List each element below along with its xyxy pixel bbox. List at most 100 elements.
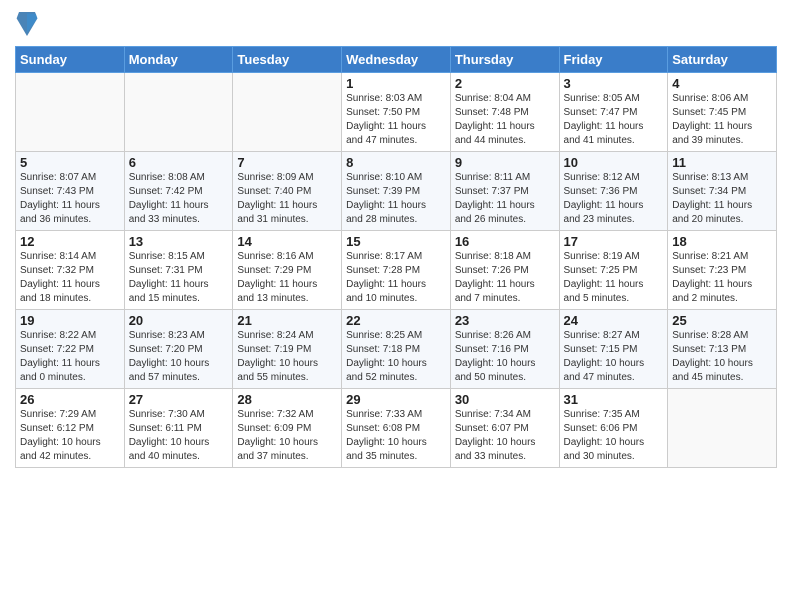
week-row-3: 12Sunrise: 8:14 AM Sunset: 7:32 PM Dayli… <box>16 231 777 310</box>
weekday-header-row: SundayMondayTuesdayWednesdayThursdayFrid… <box>16 47 777 73</box>
day-info: Sunrise: 8:14 AM Sunset: 7:32 PM Dayligh… <box>20 250 120 306</box>
week-row-1: 1Sunrise: 8:03 AM Sunset: 7:50 PM Daylig… <box>16 73 777 152</box>
day-number: 20 <box>129 313 229 328</box>
weekday-header-saturday: Saturday <box>668 47 777 73</box>
weekday-header-thursday: Thursday <box>450 47 559 73</box>
calendar-cell: 29Sunrise: 7:33 AM Sunset: 6:08 PM Dayli… <box>342 389 451 468</box>
day-number: 15 <box>346 234 446 249</box>
calendar-cell: 21Sunrise: 8:24 AM Sunset: 7:19 PM Dayli… <box>233 310 342 389</box>
day-number: 1 <box>346 76 446 91</box>
day-number: 18 <box>672 234 772 249</box>
calendar-cell: 15Sunrise: 8:17 AM Sunset: 7:28 PM Dayli… <box>342 231 451 310</box>
calendar-cell <box>124 73 233 152</box>
day-number: 24 <box>564 313 664 328</box>
day-number: 22 <box>346 313 446 328</box>
weekday-header-wednesday: Wednesday <box>342 47 451 73</box>
calendar-cell: 16Sunrise: 8:18 AM Sunset: 7:26 PM Dayli… <box>450 231 559 310</box>
day-number: 25 <box>672 313 772 328</box>
day-number: 11 <box>672 155 772 170</box>
day-info: Sunrise: 8:11 AM Sunset: 7:37 PM Dayligh… <box>455 171 555 227</box>
week-row-2: 5Sunrise: 8:07 AM Sunset: 7:43 PM Daylig… <box>16 152 777 231</box>
calendar-cell: 22Sunrise: 8:25 AM Sunset: 7:18 PM Dayli… <box>342 310 451 389</box>
day-info: Sunrise: 8:24 AM Sunset: 7:19 PM Dayligh… <box>237 329 337 385</box>
day-info: Sunrise: 8:12 AM Sunset: 7:36 PM Dayligh… <box>564 171 664 227</box>
calendar-cell: 9Sunrise: 8:11 AM Sunset: 7:37 PM Daylig… <box>450 152 559 231</box>
day-info: Sunrise: 7:34 AM Sunset: 6:07 PM Dayligh… <box>455 408 555 464</box>
calendar-cell: 19Sunrise: 8:22 AM Sunset: 7:22 PM Dayli… <box>16 310 125 389</box>
calendar-cell <box>668 389 777 468</box>
day-number: 28 <box>237 392 337 407</box>
day-number: 2 <box>455 76 555 91</box>
calendar-cell: 17Sunrise: 8:19 AM Sunset: 7:25 PM Dayli… <box>559 231 668 310</box>
day-info: Sunrise: 8:07 AM Sunset: 7:43 PM Dayligh… <box>20 171 120 227</box>
day-number: 10 <box>564 155 664 170</box>
calendar-cell <box>16 73 125 152</box>
page: SundayMondayTuesdayWednesdayThursdayFrid… <box>0 0 792 612</box>
calendar-cell: 30Sunrise: 7:34 AM Sunset: 6:07 PM Dayli… <box>450 389 559 468</box>
day-info: Sunrise: 8:15 AM Sunset: 7:31 PM Dayligh… <box>129 250 229 306</box>
calendar-cell: 14Sunrise: 8:16 AM Sunset: 7:29 PM Dayli… <box>233 231 342 310</box>
day-info: Sunrise: 8:23 AM Sunset: 7:20 PM Dayligh… <box>129 329 229 385</box>
day-number: 23 <box>455 313 555 328</box>
calendar-cell: 26Sunrise: 7:29 AM Sunset: 6:12 PM Dayli… <box>16 389 125 468</box>
weekday-header-sunday: Sunday <box>16 47 125 73</box>
day-number: 4 <box>672 76 772 91</box>
day-number: 16 <box>455 234 555 249</box>
day-info: Sunrise: 8:27 AM Sunset: 7:15 PM Dayligh… <box>564 329 664 385</box>
day-info: Sunrise: 8:26 AM Sunset: 7:16 PM Dayligh… <box>455 329 555 385</box>
day-info: Sunrise: 8:05 AM Sunset: 7:47 PM Dayligh… <box>564 92 664 148</box>
calendar-cell <box>233 73 342 152</box>
calendar-cell: 12Sunrise: 8:14 AM Sunset: 7:32 PM Dayli… <box>16 231 125 310</box>
calendar-cell: 11Sunrise: 8:13 AM Sunset: 7:34 PM Dayli… <box>668 152 777 231</box>
calendar-cell: 20Sunrise: 8:23 AM Sunset: 7:20 PM Dayli… <box>124 310 233 389</box>
day-info: Sunrise: 8:06 AM Sunset: 7:45 PM Dayligh… <box>672 92 772 148</box>
day-info: Sunrise: 8:18 AM Sunset: 7:26 PM Dayligh… <box>455 250 555 306</box>
day-number: 26 <box>20 392 120 407</box>
day-info: Sunrise: 8:19 AM Sunset: 7:25 PM Dayligh… <box>564 250 664 306</box>
calendar-cell: 8Sunrise: 8:10 AM Sunset: 7:39 PM Daylig… <box>342 152 451 231</box>
header <box>15 10 777 38</box>
day-info: Sunrise: 7:33 AM Sunset: 6:08 PM Dayligh… <box>346 408 446 464</box>
logo <box>15 10 43 38</box>
calendar-cell: 31Sunrise: 7:35 AM Sunset: 6:06 PM Dayli… <box>559 389 668 468</box>
calendar: SundayMondayTuesdayWednesdayThursdayFrid… <box>15 46 777 468</box>
week-row-5: 26Sunrise: 7:29 AM Sunset: 6:12 PM Dayli… <box>16 389 777 468</box>
calendar-cell: 2Sunrise: 8:04 AM Sunset: 7:48 PM Daylig… <box>450 73 559 152</box>
day-info: Sunrise: 8:08 AM Sunset: 7:42 PM Dayligh… <box>129 171 229 227</box>
day-info: Sunrise: 8:17 AM Sunset: 7:28 PM Dayligh… <box>346 250 446 306</box>
calendar-cell: 24Sunrise: 8:27 AM Sunset: 7:15 PM Dayli… <box>559 310 668 389</box>
day-number: 13 <box>129 234 229 249</box>
day-number: 17 <box>564 234 664 249</box>
day-number: 27 <box>129 392 229 407</box>
calendar-cell: 18Sunrise: 8:21 AM Sunset: 7:23 PM Dayli… <box>668 231 777 310</box>
day-number: 29 <box>346 392 446 407</box>
calendar-cell: 27Sunrise: 7:30 AM Sunset: 6:11 PM Dayli… <box>124 389 233 468</box>
week-row-4: 19Sunrise: 8:22 AM Sunset: 7:22 PM Dayli… <box>16 310 777 389</box>
day-info: Sunrise: 8:21 AM Sunset: 7:23 PM Dayligh… <box>672 250 772 306</box>
calendar-cell: 23Sunrise: 8:26 AM Sunset: 7:16 PM Dayli… <box>450 310 559 389</box>
day-number: 19 <box>20 313 120 328</box>
calendar-cell: 6Sunrise: 8:08 AM Sunset: 7:42 PM Daylig… <box>124 152 233 231</box>
day-info: Sunrise: 7:30 AM Sunset: 6:11 PM Dayligh… <box>129 408 229 464</box>
day-info: Sunrise: 7:29 AM Sunset: 6:12 PM Dayligh… <box>20 408 120 464</box>
day-number: 8 <box>346 155 446 170</box>
day-info: Sunrise: 8:09 AM Sunset: 7:40 PM Dayligh… <box>237 171 337 227</box>
day-info: Sunrise: 8:28 AM Sunset: 7:13 PM Dayligh… <box>672 329 772 385</box>
day-info: Sunrise: 8:03 AM Sunset: 7:50 PM Dayligh… <box>346 92 446 148</box>
day-number: 30 <box>455 392 555 407</box>
calendar-cell: 25Sunrise: 8:28 AM Sunset: 7:13 PM Dayli… <box>668 310 777 389</box>
calendar-cell: 4Sunrise: 8:06 AM Sunset: 7:45 PM Daylig… <box>668 73 777 152</box>
weekday-header-tuesday: Tuesday <box>233 47 342 73</box>
day-info: Sunrise: 8:10 AM Sunset: 7:39 PM Dayligh… <box>346 171 446 227</box>
day-info: Sunrise: 7:32 AM Sunset: 6:09 PM Dayligh… <box>237 408 337 464</box>
day-number: 21 <box>237 313 337 328</box>
day-number: 14 <box>237 234 337 249</box>
day-number: 5 <box>20 155 120 170</box>
calendar-cell: 3Sunrise: 8:05 AM Sunset: 7:47 PM Daylig… <box>559 73 668 152</box>
day-info: Sunrise: 7:35 AM Sunset: 6:06 PM Dayligh… <box>564 408 664 464</box>
day-info: Sunrise: 8:25 AM Sunset: 7:18 PM Dayligh… <box>346 329 446 385</box>
day-info: Sunrise: 8:16 AM Sunset: 7:29 PM Dayligh… <box>237 250 337 306</box>
calendar-cell: 10Sunrise: 8:12 AM Sunset: 7:36 PM Dayli… <box>559 152 668 231</box>
calendar-cell: 7Sunrise: 8:09 AM Sunset: 7:40 PM Daylig… <box>233 152 342 231</box>
day-number: 6 <box>129 155 229 170</box>
